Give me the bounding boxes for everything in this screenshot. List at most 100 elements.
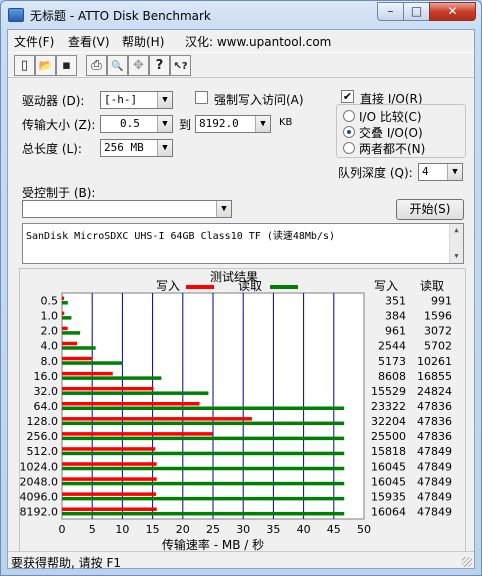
write-value: 961: [385, 325, 406, 338]
y-tick-label: 1024.0: [20, 460, 58, 473]
neither-radio[interactable]: [343, 142, 355, 154]
controlled-by-label: 受控制于 (B):: [22, 186, 96, 200]
total-length-label: 总长度 (L):: [22, 142, 82, 156]
chevron-down-icon: ▼: [157, 116, 172, 132]
chevron-down-icon: ▼: [255, 116, 270, 132]
total-length-select[interactable]: 256 MB ▼: [100, 139, 173, 157]
x-tick-label: 35: [266, 523, 280, 536]
menu-localization[interactable]: 汉化: www.upantool.com: [185, 33, 331, 50]
force-write-checkbox[interactable]: [195, 91, 208, 104]
client-area: 文件(F) 查看(V) 帮助(H) 汉化: www.upantool.com ▯…: [7, 29, 475, 570]
read-value: 5702: [424, 340, 452, 353]
legend-read-swatch: [270, 285, 298, 289]
description-scrollbar[interactable]: ▲ ▼: [449, 224, 463, 263]
read-bar: [62, 361, 123, 365]
legend-read-label: 读取: [238, 279, 262, 293]
new-icon: ▯: [20, 58, 29, 73]
results-group: 测试结果 写入 读取 0 5 10 15 20 25 30 35 40 45 50 传输速率 - MB /…: [19, 268, 466, 552]
read-bar: [62, 466, 345, 471]
write-bar: [62, 417, 252, 421]
read-bar: [62, 346, 96, 350]
new-button[interactable]: ▯: [14, 55, 35, 76]
y-tick-label: 256.0: [27, 430, 59, 443]
print-button[interactable]: ⎙: [86, 55, 107, 76]
write-bar: [62, 296, 65, 301]
queue-depth-value: 4: [422, 165, 429, 178]
write-value: 16064: [371, 505, 406, 518]
context-help-button[interactable]: ↖?: [170, 55, 191, 76]
maximize-button[interactable]: □: [403, 2, 430, 21]
print-preview-icon: 🔍: [111, 61, 124, 72]
app-window: 无标题 - ATTO Disk Benchmark – □ ✕ 文件(F) 查看…: [0, 0, 482, 576]
y-tick-label: 8.0: [41, 355, 59, 368]
read-value: 47849: [417, 460, 452, 473]
y-tick-label: 4096.0: [20, 490, 58, 503]
y-tick-label: 32.0: [34, 385, 59, 398]
read-bar: [62, 391, 209, 395]
print-preview-button[interactable]: 🔍: [107, 55, 128, 76]
controlled-by-select[interactable]: ▼: [22, 200, 232, 218]
move-button[interactable]: ✥: [128, 55, 149, 76]
total-length-value: 256 MB: [104, 141, 144, 154]
read-value: 991: [431, 295, 452, 308]
read-value: 1596: [424, 310, 452, 323]
open-button[interactable]: 📂: [35, 55, 56, 76]
overlap-io-label: 交叠 I/O(O): [359, 126, 423, 140]
y-tick-label: 16.0: [34, 370, 59, 383]
read-value: 10261: [417, 355, 452, 368]
context-help-icon: ↖?: [173, 61, 188, 72]
resize-grip-icon[interactable]: [462, 557, 472, 567]
toolbar: ▯ 📂 ▪ ⎙ 🔍 ✥ ? ↖?: [8, 52, 474, 78]
chevron-down-icon: ▼: [157, 140, 172, 156]
status-bar: 要获得帮助, 请按 F1: [8, 551, 474, 570]
x-tick-label: 40: [297, 523, 311, 536]
close-button[interactable]: ✕: [429, 2, 476, 21]
io-compare-radio[interactable]: [343, 110, 355, 122]
write-value: 15818: [371, 445, 406, 458]
save-button[interactable]: ▪: [56, 55, 77, 76]
description-text: SanDisk MicroSDXC UHS-I 64GB Class10 TF …: [26, 231, 335, 242]
transfer-to-value: 8192.0: [199, 117, 239, 130]
write-bar: [62, 432, 213, 436]
read-value: 3072: [424, 325, 452, 338]
read-column-header: 读取: [420, 279, 444, 293]
queue-depth-select[interactable]: 4 ▼: [418, 163, 463, 181]
read-value: 47836: [417, 400, 452, 413]
write-value: 8608: [378, 370, 406, 383]
help-icon: ?: [155, 58, 164, 73]
read-bar: [62, 376, 162, 380]
direct-io-checkbox[interactable]: ✔: [341, 90, 354, 103]
description-textarea[interactable]: SanDisk MicroSDXC UHS-I 64GB Class10 TF …: [22, 223, 464, 264]
overlap-io-radio[interactable]: [343, 126, 355, 138]
move-icon: ✥: [133, 58, 144, 73]
write-value: 15935: [371, 490, 406, 503]
read-bar: [62, 421, 345, 426]
write-value: 384: [385, 310, 406, 323]
menu-view[interactable]: 查看(V): [68, 33, 110, 50]
transfer-from-select[interactable]: 0.5 ▼: [100, 115, 173, 133]
scroll-down-icon[interactable]: ▼: [450, 250, 463, 263]
write-value: 32204: [371, 415, 406, 428]
title-bar[interactable]: 无标题 - ATTO Disk Benchmark – □ ✕: [1, 1, 481, 29]
transfer-to-select[interactable]: 8192.0 ▼: [195, 115, 271, 133]
start-button[interactable]: 开始(S): [396, 199, 464, 220]
x-tick-label: 20: [176, 523, 190, 536]
io-mode-group: I/O 比较(C) 交叠 I/O(O) 两者都不(N): [336, 104, 466, 158]
x-tick-label: 45: [327, 523, 341, 536]
write-value: 23322: [371, 400, 406, 413]
scroll-up-icon[interactable]: ▲: [450, 224, 463, 237]
queue-depth-label: 队列深度 (Q):: [338, 166, 413, 180]
menu-file[interactable]: 文件(F): [14, 33, 54, 50]
x-tick-label: 10: [115, 523, 129, 536]
app-icon: [8, 8, 24, 22]
status-text: 要获得帮助, 请按 F1: [11, 556, 121, 570]
chevron-down-icon: ▼: [157, 92, 172, 108]
drive-select[interactable]: [-h-] ▼: [100, 91, 173, 109]
y-tick-label: 0.5: [41, 295, 59, 308]
neither-label: 两者都不(N): [359, 142, 426, 156]
help-button[interactable]: ?: [149, 55, 170, 76]
minimize-button[interactable]: –: [377, 2, 404, 21]
read-bar: [62, 406, 345, 410]
menu-help[interactable]: 帮助(H): [122, 33, 164, 50]
write-value: 16045: [371, 475, 406, 488]
